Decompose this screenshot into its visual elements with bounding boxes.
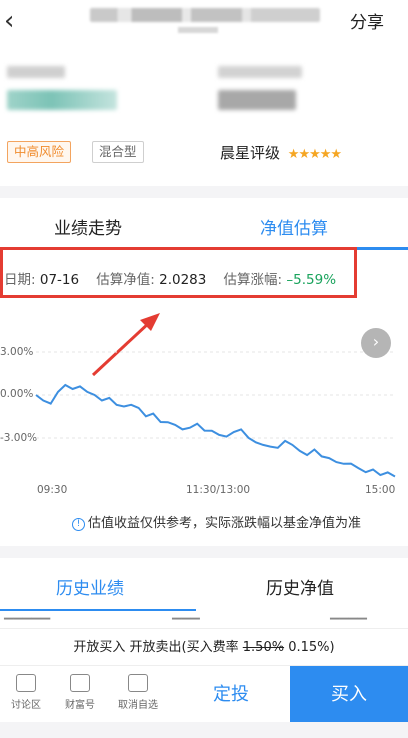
tab-estimate[interactable]: 净值估算: [260, 214, 328, 239]
metric-blur-1: [7, 66, 65, 78]
section-divider: [0, 186, 408, 198]
x-tick-label: 15:00: [365, 484, 396, 496]
buy-button[interactable]: 买入: [290, 666, 408, 723]
notice-text: 估值收益仅供参考，实际涨跌幅以基金净值为准: [88, 516, 362, 531]
nav-value: 2.0283: [159, 272, 207, 288]
discuss-label: 讨论区: [11, 700, 41, 711]
top-bar: ‹ 分享: [0, 0, 408, 44]
back-icon[interactable]: ‹: [4, 6, 14, 36]
star-rating-icons: ★★★★★: [287, 147, 342, 162]
share-button[interactable]: 分享: [350, 8, 384, 33]
date-value: 07-16: [39, 272, 80, 288]
discuss-button[interactable]: 讨论区: [0, 672, 52, 711]
x-tick-label: 11:30/13:00: [186, 484, 251, 496]
estimate-info: 日期: 07-16 估算净值: 2.0283 估算涨幅: –5.59%: [4, 268, 336, 288]
change-label: 估算涨幅:: [223, 272, 283, 288]
minus-icon: [128, 674, 148, 692]
original-fee-rate: 1.50%: [242, 640, 285, 655]
purchase-status-bar: 开放买入 开放卖出(买入费率 1.50% 0.15%): [0, 628, 408, 665]
metric-blur-3: [218, 66, 302, 78]
chat-icon: [16, 674, 36, 692]
chart-tabs: 业绩走势 净值估算: [0, 200, 408, 250]
bottom-action-bar: 讨论区 财富号 取消自选 定投 买入: [0, 665, 408, 723]
history-tabs: 历史业绩 历史净值: [0, 560, 408, 611]
date-label: 日期:: [4, 272, 36, 288]
unfavorite-label: 取消自选: [118, 700, 158, 711]
discount-fee-rate: 0.15%): [288, 640, 335, 655]
nav-label: 估算净值:: [96, 272, 155, 288]
info-icon: !: [72, 518, 85, 531]
metric-blur-4: [218, 90, 296, 110]
system-navigation-bar: [0, 722, 408, 738]
auto-invest-button[interactable]: 定投: [172, 666, 290, 723]
fund-type-tag: 混合型: [92, 141, 144, 163]
tab-performance[interactable]: 业绩走势: [54, 214, 122, 239]
chart-expand-icon[interactable]: ›: [361, 328, 391, 358]
rating-label: 晨星评级: [220, 144, 281, 162]
profile-icon: [70, 674, 90, 692]
caifuhao-button[interactable]: 财富号: [54, 672, 106, 711]
estimate-line: [35, 383, 396, 478]
active-tab-indicator: [0, 609, 196, 611]
change-value: –5.59%: [286, 272, 337, 288]
risk-tag: 中高风险: [7, 141, 72, 163]
nav-estimate-chart[interactable]: [0, 320, 408, 500]
x-tick-label: 09:30: [37, 484, 68, 496]
unfavorite-button[interactable]: 取消自选: [112, 672, 164, 711]
estimate-notice: ! 估值收益仅供参考，实际涨跌幅以基金净值为准: [72, 512, 361, 531]
caifuhao-label: 财富号: [65, 700, 95, 711]
fund-code-blurred: [178, 27, 218, 33]
morningstar-rating[interactable]: 晨星评级 ★★★★★: [220, 142, 342, 163]
purchase-status-text: 开放买入 开放卖出(买入费率: [73, 640, 239, 655]
table-header-cut-off: ▔▔▔▔▔ ▔▔▔ ▔▔▔▔: [4, 618, 367, 628]
tab-history-performance[interactable]: 历史业绩: [56, 574, 124, 599]
tab-history-nav[interactable]: 历史净值: [266, 574, 334, 599]
fund-name-blurred: [90, 8, 320, 22]
section-divider: [0, 546, 408, 558]
metric-blur-2: [7, 90, 117, 110]
